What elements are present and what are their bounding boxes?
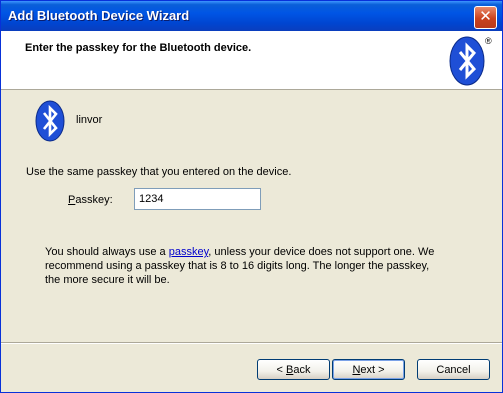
window-title: Add Bluetooth Device Wizard bbox=[8, 8, 190, 23]
wizard-window: Add Bluetooth Device Wizard ✕ Enter the … bbox=[0, 0, 503, 393]
title-bar[interactable]: Add Bluetooth Device Wizard ✕ bbox=[1, 1, 502, 31]
passkey-label: Passkey: bbox=[68, 194, 113, 206]
footer-divider bbox=[1, 342, 502, 344]
passkey-input[interactable] bbox=[134, 188, 261, 210]
close-button[interactable]: ✕ bbox=[474, 6, 497, 29]
bluetooth-logo-icon bbox=[449, 36, 485, 86]
cancel-button[interactable]: Cancel bbox=[417, 359, 490, 380]
next-arrow: > bbox=[375, 364, 385, 376]
passkey-label-rest: asskey: bbox=[75, 194, 113, 206]
back-button[interactable]: < Back bbox=[257, 359, 330, 380]
next-button[interactable]: Next > bbox=[332, 359, 405, 380]
page-title: Enter the passkey for the Bluetooth devi… bbox=[25, 42, 252, 54]
wizard-header: Enter the passkey for the Bluetooth devi… bbox=[1, 31, 502, 90]
back-label-rest: ack bbox=[293, 364, 311, 376]
registered-mark: ® bbox=[485, 36, 492, 46]
next-label-rest: ext bbox=[360, 364, 376, 376]
bluetooth-device-icon bbox=[35, 100, 65, 142]
passkey-link[interactable]: passkey bbox=[169, 246, 209, 258]
back-arrow: < bbox=[276, 364, 286, 376]
note-text-before: You should always use a bbox=[45, 246, 169, 258]
passkey-note: You should always use a passkey, unless … bbox=[45, 245, 445, 287]
instruction-text: Use the same passkey that you entered on… bbox=[26, 166, 292, 178]
device-name: linvor bbox=[76, 114, 103, 126]
